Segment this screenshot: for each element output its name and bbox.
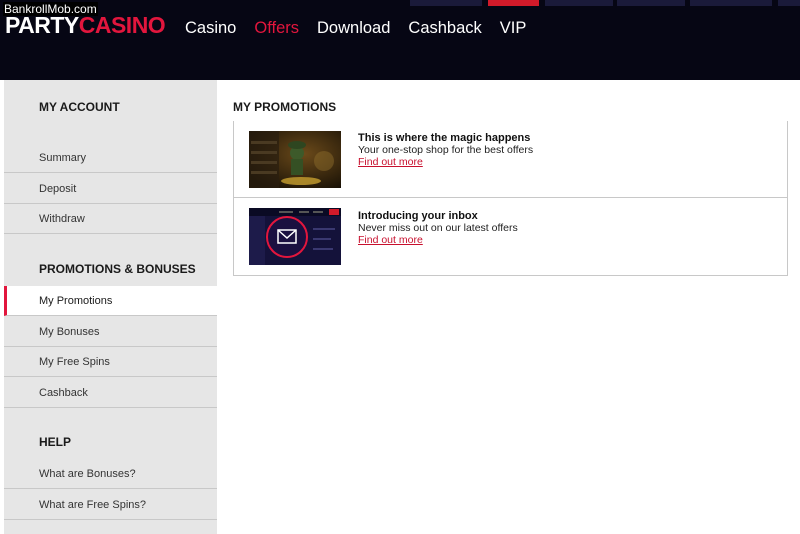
section-title-help: HELP	[39, 435, 72, 449]
promo-description: Your one-stop shop for the best offers	[358, 144, 534, 156]
promo-card: This is where the magic happens Your one…	[234, 121, 787, 198]
sidebar-item-what-are-bonuses[interactable]: What are Bonuses?	[4, 459, 217, 489]
nav-casino[interactable]: Casino	[185, 19, 236, 38]
sidebar-item-summary[interactable]: Summary	[4, 143, 217, 173]
top-strip	[778, 0, 800, 6]
nav-download[interactable]: Download	[317, 19, 390, 38]
find-out-more-link[interactable]: Find out more	[358, 156, 423, 168]
nav-cashback[interactable]: Cashback	[408, 19, 481, 38]
find-out-more-link[interactable]: Find out more	[358, 234, 423, 246]
sidebar-item-withdraw[interactable]: Withdraw	[4, 204, 217, 234]
promo-card: Introducing your inbox Never miss out on…	[234, 198, 787, 275]
sidebar-item-my-free-spins[interactable]: My Free Spins	[4, 347, 217, 377]
promo-title: Introducing your inbox	[358, 210, 478, 222]
top-strip-active	[488, 0, 539, 6]
partycasino-logo[interactable]: PARTYCASINO	[5, 12, 166, 39]
leprechaun-image[interactable]	[249, 131, 341, 188]
top-strip	[410, 0, 482, 6]
nav-vip[interactable]: VIP	[500, 19, 527, 38]
main-nav: Casino Offers Download Cashback VIP	[185, 19, 544, 38]
sidebar-item-my-promotions[interactable]: My Promotions	[4, 286, 217, 316]
promo-description: Never miss out on our latest offers	[358, 222, 518, 234]
sidebar-item-deposit[interactable]: Deposit	[4, 174, 217, 204]
page-title: MY PROMOTIONS	[233, 100, 337, 114]
watermark: BankrollMob.com	[3, 2, 98, 16]
promotions-list: This is where the magic happens Your one…	[233, 121, 788, 276]
account-sidebar: MY ACCOUNT Summary Deposit Withdraw PROM…	[4, 80, 217, 534]
top-strip	[545, 0, 613, 6]
sidebar-item-my-bonuses[interactable]: My Bonuses	[4, 317, 217, 347]
section-title-my-account: MY ACCOUNT	[39, 100, 120, 114]
sidebar-item-cashback[interactable]: Cashback	[4, 378, 217, 408]
promo-title: This is where the magic happens	[358, 132, 531, 144]
section-title-promotions: PROMOTIONS & BONUSES	[39, 262, 196, 276]
site-header: PARTYCASINO BankrollMob.com Casino Offer…	[0, 0, 800, 80]
top-strip	[690, 0, 772, 6]
inbox-promo-image[interactable]	[249, 208, 341, 265]
nav-offers[interactable]: Offers	[254, 19, 299, 38]
sidebar-item-what-are-free-spins[interactable]: What are Free Spins?	[4, 490, 217, 520]
top-strip	[617, 0, 685, 6]
